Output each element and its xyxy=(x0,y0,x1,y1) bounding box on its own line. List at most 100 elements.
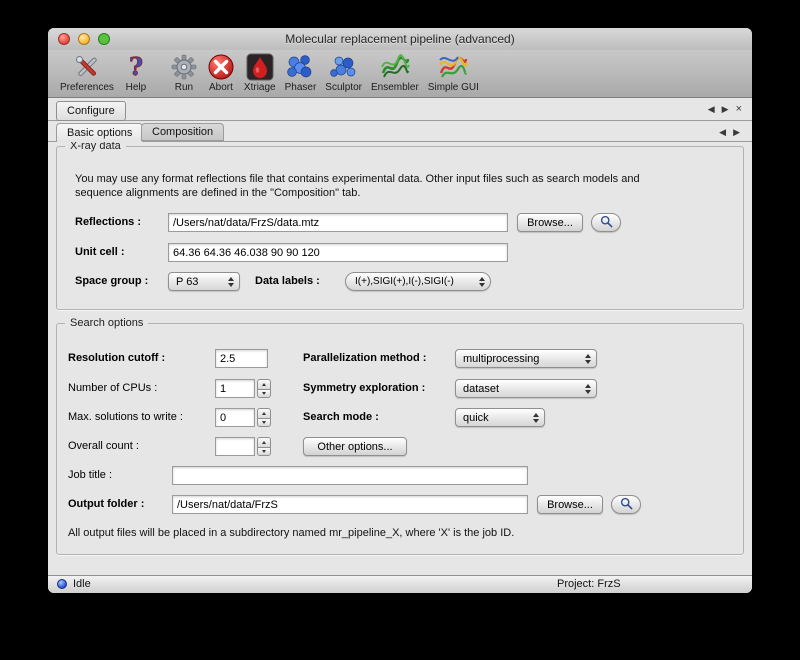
pane-close-icon[interactable]: × xyxy=(736,103,742,115)
toolbar: Preferences ? Help xyxy=(48,50,752,98)
pane-scroll-right-icon[interactable]: ▶ xyxy=(722,103,729,115)
symmetry-select[interactable]: dataset xyxy=(455,379,597,398)
symmetry-value: dataset xyxy=(463,383,499,395)
pane-controls: ◀ ▶ × xyxy=(708,103,742,115)
run-icon xyxy=(170,52,198,82)
reflections-label: Reflections : xyxy=(75,213,141,232)
preferences-icon xyxy=(73,52,101,82)
parallelization-value: multiprocessing xyxy=(463,353,539,365)
symmetry-label: Symmetry exploration : xyxy=(303,379,425,398)
help-icon: ? xyxy=(123,52,149,82)
tab-divider xyxy=(48,141,752,142)
xray-description-line2: sequence alignments are defined in the "… xyxy=(75,186,360,200)
stepper-down-icon[interactable] xyxy=(257,389,271,399)
cpus-input[interactable] xyxy=(215,379,255,398)
tab-label: Basic options xyxy=(67,127,132,139)
output-folder-view-button[interactable] xyxy=(611,495,641,514)
overall-count-stepper[interactable] xyxy=(257,437,271,456)
output-folder-browse-button[interactable]: Browse... xyxy=(537,495,603,514)
sculptor-icon xyxy=(329,52,359,82)
toolbar-button-xtriage[interactable]: Xtriage xyxy=(244,50,276,93)
toolbar-button-ensembler[interactable]: Ensembler xyxy=(371,50,419,93)
other-options-button[interactable]: Other options... xyxy=(303,437,407,456)
overall-count-input[interactable] xyxy=(215,437,255,456)
tab-composition[interactable]: Composition xyxy=(141,123,224,141)
data-labels-select[interactable]: I(+),SIGI(+),I(-),SIGI(-) xyxy=(345,272,491,291)
overall-count-label: Overall count : xyxy=(68,437,139,456)
output-folder-label: Output folder : xyxy=(68,495,144,514)
status-text: Idle xyxy=(73,578,91,590)
toolbar-button-preferences[interactable]: Preferences xyxy=(60,50,114,93)
toolbar-label: Phaser xyxy=(285,82,317,93)
toolbar-label: Help xyxy=(126,82,147,93)
space-group-label: Space group : xyxy=(75,272,148,291)
reflections-browse-button[interactable]: Browse... xyxy=(517,213,583,232)
cpus-stepper[interactable] xyxy=(257,379,271,398)
toolbar-button-simple-gui[interactable]: Simple GUI xyxy=(428,50,479,93)
unit-cell-label: Unit cell : xyxy=(75,243,125,262)
toolbar-button-sculptor[interactable]: Sculptor xyxy=(325,50,362,93)
space-group-value: P 63 xyxy=(176,276,198,288)
tab-scroll-right-icon[interactable]: ▶ xyxy=(733,127,740,138)
job-title-label: Job title : xyxy=(68,466,112,485)
search-mode-value: quick xyxy=(463,412,489,424)
toolbar-button-abort[interactable]: Abort xyxy=(207,50,235,93)
stepper-up-icon[interactable] xyxy=(257,408,271,418)
stepper-down-icon[interactable] xyxy=(257,418,271,428)
svg-text:?: ? xyxy=(129,53,143,81)
status-indicator-icon xyxy=(57,579,67,589)
parallelization-select[interactable]: multiprocessing xyxy=(455,349,597,368)
max-solutions-input[interactable] xyxy=(215,408,255,427)
toolbar-label: Xtriage xyxy=(244,82,276,93)
titlebar[interactable]: Molecular replacement pipeline (advanced… xyxy=(48,28,752,51)
phaser-icon xyxy=(285,52,315,82)
app-window: Molecular replacement pipeline (advanced… xyxy=(48,28,752,593)
unit-cell-input[interactable] xyxy=(168,243,508,262)
pane-scroll-left-icon[interactable]: ◀ xyxy=(708,103,715,115)
job-title-input[interactable] xyxy=(172,466,528,485)
desktop: Molecular replacement pipeline (advanced… xyxy=(0,0,800,660)
toolbar-button-help[interactable]: ? Help xyxy=(123,50,149,93)
toolbar-label: Abort xyxy=(209,82,233,93)
xtriage-icon xyxy=(246,52,274,82)
space-group-select[interactable]: P 63 xyxy=(168,272,240,291)
toolbar-button-run[interactable]: Run xyxy=(170,50,198,93)
resolution-cutoff-input[interactable] xyxy=(215,349,268,368)
popup-arrows-icon xyxy=(585,350,591,367)
resolution-cutoff-label: Resolution cutoff : xyxy=(68,349,165,368)
stepper-down-icon[interactable] xyxy=(257,447,271,457)
tab-scroll-left-icon[interactable]: ◀ xyxy=(719,127,726,138)
tab-label: Composition xyxy=(152,126,213,138)
magnifier-icon xyxy=(600,215,613,231)
search-mode-select[interactable]: quick xyxy=(455,408,545,427)
window-title: Molecular replacement pipeline (advanced… xyxy=(48,32,752,46)
pane-tab-configure[interactable]: Configure xyxy=(56,101,126,121)
data-labels-label: Data labels : xyxy=(255,272,320,291)
search-group-title: Search options xyxy=(65,316,148,331)
popup-arrows-icon xyxy=(479,273,485,290)
data-labels-value: I(+),SIGI(+),I(-),SIGI(-) xyxy=(355,276,454,287)
search-mode-label: Search mode : xyxy=(303,408,379,427)
abort-icon xyxy=(207,52,235,82)
toolbar-label: Simple GUI xyxy=(428,82,479,93)
pane-tab-divider xyxy=(48,120,752,121)
simple-gui-icon xyxy=(438,52,468,82)
parallelization-label: Parallelization method : xyxy=(303,349,426,368)
max-solutions-stepper[interactable] xyxy=(257,408,271,427)
toolbar-label: Preferences xyxy=(60,82,114,93)
main-content: Configure ◀ ▶ × Basic options Compositio… xyxy=(48,98,752,576)
max-solutions-label: Max. solutions to write : xyxy=(68,408,183,427)
reflections-view-button[interactable] xyxy=(591,213,621,232)
reflections-input[interactable] xyxy=(168,213,508,232)
toolbar-button-phaser[interactable]: Phaser xyxy=(285,50,317,93)
status-bar: Idle Project: FrzS xyxy=(48,575,752,593)
tab-basic-options[interactable]: Basic options xyxy=(56,123,143,142)
xray-description-line1: You may use any format reflections file … xyxy=(75,172,640,186)
tab-scroll-controls: ◀ ▶ xyxy=(719,127,740,138)
pane-tab-label: Configure xyxy=(67,105,115,117)
browse-button-label: Browse... xyxy=(547,499,593,511)
toolbar-label: Ensembler xyxy=(371,82,419,93)
stepper-up-icon[interactable] xyxy=(257,437,271,447)
stepper-up-icon[interactable] xyxy=(257,379,271,389)
output-folder-input[interactable] xyxy=(172,495,528,514)
